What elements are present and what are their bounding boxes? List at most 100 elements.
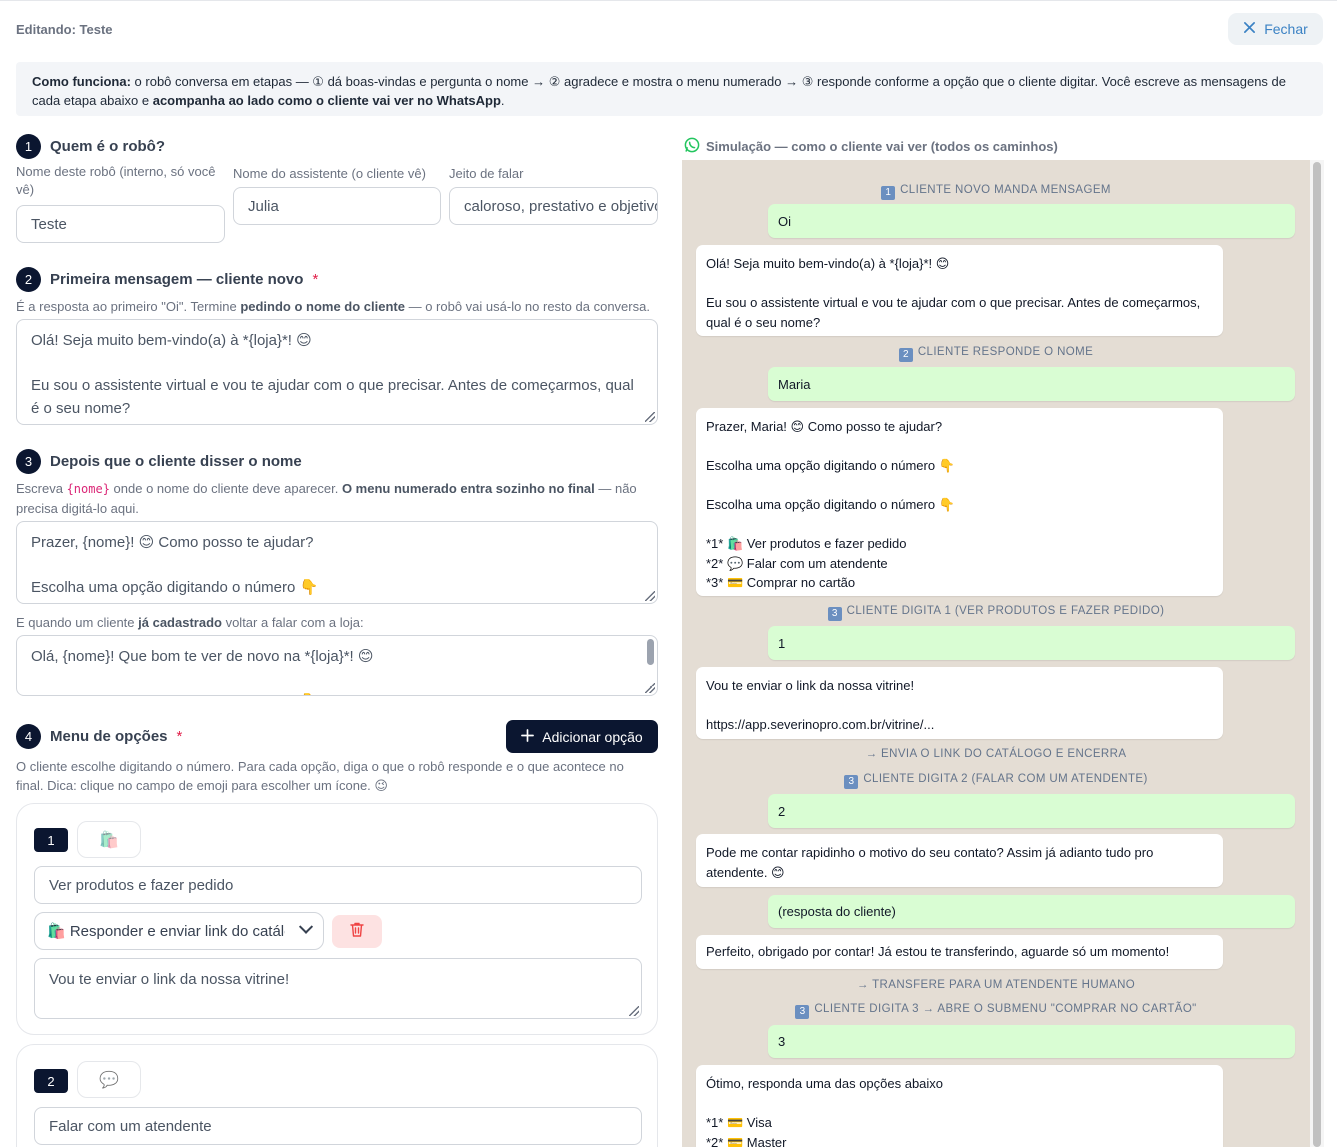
option-number: 2	[34, 1069, 68, 1093]
how-it-works-box: Como funciona: o robô conversa em etapas…	[16, 62, 1323, 116]
stage-label-text: CLIENTE DIGITA 3 → ABRE O SUBMENU "COMPR…	[814, 1003, 1197, 1015]
option-label-input[interactable]: Falar com um atendente	[34, 1107, 642, 1145]
add-option-button[interactable]: Adicionar opção	[506, 720, 658, 753]
required-marker: *	[312, 271, 319, 288]
stage-label: 3 CLIENTE DIGITA 3 → ABRE O SUBMENU "COMP…	[682, 1003, 1310, 1019]
step-title: Quem é o robô?	[50, 138, 166, 155]
after-name-text: Prazer, {nome}! 😊 Como posso te ajudar? …	[31, 534, 319, 596]
resize-handle[interactable]	[645, 683, 655, 693]
required-marker: *	[176, 728, 183, 745]
hint-emphasis: O menu numerado entra sozinho no final	[341, 481, 595, 496]
option-action-value: 🛍️ Responder e enviar link do catálogo	[47, 923, 285, 940]
stage-label-text: CLIENTE NOVO MANDA MENSAGEM	[900, 184, 1111, 196]
info-label: Como funciona:	[32, 74, 131, 89]
option-reply-textarea[interactable]: Vou te enviar o link da nossa vitrine!	[34, 958, 642, 1019]
hint-text: Escreva	[16, 481, 67, 496]
whatsapp-icon	[684, 137, 700, 156]
emoji-picker[interactable]: 💬	[77, 1061, 141, 1098]
option-card: 2 💬 Falar com um atendente	[16, 1044, 658, 1147]
info-text-end: .	[500, 93, 505, 108]
keycap-icon: 1	[881, 186, 896, 200]
step-number: 4	[16, 724, 41, 749]
resize-handle[interactable]	[645, 591, 655, 601]
internal-name-label: Nome deste robô (interno, só você vê)	[16, 164, 216, 197]
step-3-hint: Escreva {nome} onde o nome do cliente de…	[16, 479, 646, 518]
resize-handle[interactable]	[629, 1006, 639, 1016]
option-action-select[interactable]: 🛍️ Responder e enviar link do catálogo	[34, 912, 324, 950]
customer-message: Maria	[768, 367, 1295, 401]
step-title: Menu de opções	[50, 728, 168, 745]
first-message-textarea[interactable]: Olá! Seja muito bem-vindo(a) à *{loja}*!…	[16, 319, 658, 425]
step-number: 3	[16, 449, 41, 474]
info-emphasis: acompanha ao lado como o cliente vai ver…	[152, 93, 501, 108]
stage-label-text: CLIENTE DIGITA 1 (VER PRODUTOS E FAZER P…	[846, 605, 1165, 617]
page-title: Editando: Teste	[16, 22, 113, 37]
plus-icon	[521, 728, 535, 745]
chat-simulation: 1 CLIENTE NOVO MANDA MENSAGEM Oi Olá! Sej…	[682, 160, 1310, 1147]
customer-message: 3	[768, 1025, 1295, 1058]
after-name-textarea[interactable]: Prazer, {nome}! 😊 Como posso te ajudar? …	[16, 521, 658, 604]
step-2-heading: 2 Primeira mensagem — cliente novo *	[16, 267, 318, 292]
internal-name-input[interactable]: Teste	[16, 205, 225, 243]
keycap-icon: 3	[844, 775, 859, 789]
trash-icon	[349, 921, 365, 943]
tone-input[interactable]: caloroso, prestativo e objetivo	[449, 187, 658, 225]
stage-label: 3 CLIENTE DIGITA 1 (VER PRODUTOS E FAZER …	[682, 605, 1310, 621]
bot-message: Olá! Seja muito bem-vindo(a) à *{loja}*!…	[696, 245, 1223, 336]
stage-label: 3 CLIENTE DIGITA 2 (FALAR COM UM ATENDENT…	[682, 773, 1310, 789]
stage-label: 2 CLIENTE RESPONDE O NOME	[682, 346, 1310, 362]
resize-handle[interactable]	[645, 412, 655, 422]
step-number: 1	[16, 134, 41, 159]
stage-label-text: CLIENTE DIGITA 2 (FALAR COM UM ATENDENTE…	[863, 773, 1148, 785]
hint-text: onde o nome do cliente deve aparecer.	[109, 481, 342, 496]
stage-label-text: CLIENTE RESPONDE O NOME	[917, 346, 1094, 358]
placeholder-code: {nome}	[66, 482, 110, 496]
customer-message: (resposta do cliente)	[768, 895, 1295, 928]
option-number: 1	[34, 828, 68, 852]
returning-hint: E quando um cliente já cadastrado voltar…	[16, 613, 364, 632]
tone-label: Jeito de falar	[449, 166, 524, 181]
first-message-text: Olá! Seja muito bem-vindo(a) à *{loja}*!…	[31, 332, 634, 417]
keycap-icon: 3	[795, 1005, 810, 1019]
customer-message: 2	[768, 794, 1295, 828]
chat-scrollbar-thumb[interactable]	[1313, 162, 1321, 1147]
assistant-name-input[interactable]: Julia	[233, 187, 441, 225]
hint-text: voltar a falar com a loja:	[221, 615, 364, 630]
option-label-input[interactable]: Ver produtos e fazer pedido	[34, 866, 642, 904]
step-title: Primeira mensagem — cliente novo	[50, 271, 304, 288]
step-4-hint: O cliente escolhe digitando o número. Pa…	[16, 759, 624, 793]
hint-emphasis: já cadastrado	[138, 615, 222, 630]
stage-label: 1 CLIENTE NOVO MANDA MENSAGEM	[682, 184, 1310, 200]
action-label: → TRANSFERE PARA UM ATENDENTE HUMANO	[856, 979, 1136, 991]
simulation-title: Simulação — como o cliente vai ver (todo…	[684, 137, 1058, 156]
add-option-label: Adicionar opção	[542, 728, 643, 745]
hint-text: E quando um cliente	[16, 615, 139, 630]
step-1-heading: 1 Quem é o robô?	[16, 134, 165, 159]
step-3-heading: 3 Depois que o cliente disser o nome	[16, 449, 302, 474]
customer-message: Oi	[768, 204, 1295, 238]
bot-message: Prazer, Maria! 😊 Como posso te ajudar? E…	[696, 408, 1223, 596]
top-divider	[0, 0, 1337, 1]
returning-text: Olá, {nome}! Que bom te ver de novo na *…	[31, 648, 374, 695]
bot-message: Vou te enviar o link da nossa vitrine! h…	[696, 667, 1223, 739]
keycap-icon: 2	[898, 348, 913, 362]
close-button[interactable]: Fechar	[1228, 13, 1323, 45]
hint-text: — o robô vai usá-lo no resto da conversa…	[404, 299, 650, 314]
bot-message: Perfeito, obrigado por contar! Já estou …	[696, 935, 1223, 969]
step-number: 2	[16, 267, 41, 292]
close-icon	[1243, 21, 1256, 37]
option-reply-text: Vou te enviar o link da nossa vitrine!	[49, 971, 290, 988]
emoji-picker[interactable]: 🛍️	[77, 821, 141, 858]
assistant-name-label: Nome do assistente (o cliente vê)	[233, 166, 426, 181]
chevron-down-icon	[298, 919, 314, 934]
action-label: → ENVIA O LINK DO CATÁLOGO E ENCERRA	[865, 748, 1127, 760]
delete-option-button[interactable]	[332, 915, 382, 948]
bot-message: Pode me contar rapidinho o motivo do seu…	[696, 834, 1223, 887]
step-4-heading: 4 Menu de opções *	[16, 724, 182, 749]
textarea-scrollbar[interactable]	[647, 639, 654, 665]
option-card: 1 🛍️ Ver produtos e fazer pedido 🛍️ Resp…	[16, 803, 658, 1035]
step-title: Depois que o cliente disser o nome	[50, 453, 302, 470]
close-label: Fechar	[1264, 21, 1308, 37]
bot-message: Ótimo, responda uma das opções abaixo *1…	[696, 1065, 1223, 1147]
returning-textarea[interactable]: Olá, {nome}! Que bom te ver de novo na *…	[16, 635, 658, 696]
